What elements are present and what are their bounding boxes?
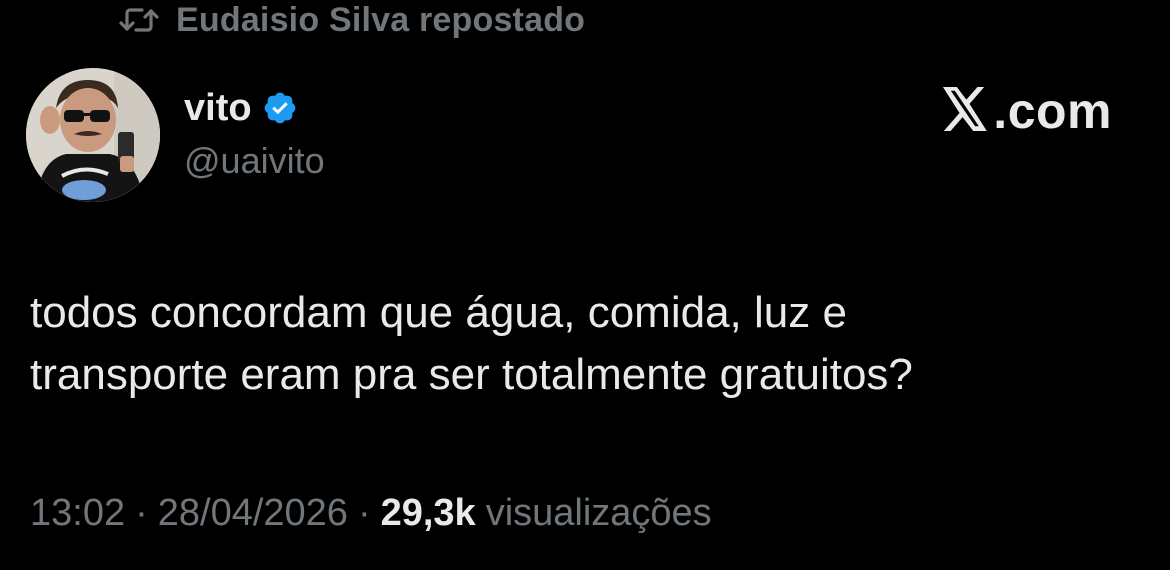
tweet-meta: 13:02 · 28/04/2026 · 29,3k visualizações	[30, 492, 712, 535]
repost-header[interactable]: Eudaisio Silva repostado	[118, 0, 585, 40]
tweet-time[interactable]: 13:02	[30, 492, 125, 535]
tweet-date[interactable]: 28/04/2026	[158, 492, 348, 535]
display-name[interactable]: vito	[184, 87, 252, 130]
views-count[interactable]: 29,3k	[381, 492, 476, 535]
meta-separator: ·	[135, 492, 148, 534]
author-info[interactable]: vito @uaivito	[184, 84, 325, 182]
x-logo-icon	[941, 86, 989, 136]
meta-separator: ·	[357, 492, 371, 534]
avatar[interactable]	[26, 68, 160, 202]
brand-label: .com	[993, 83, 1112, 139]
brand-watermark: .com	[941, 82, 1112, 140]
repost-label: Eudaisio Silva repostado	[176, 0, 586, 39]
views-label: visualizações	[485, 492, 712, 534]
verified-badge-icon	[262, 90, 298, 126]
author-handle[interactable]: @uaivito	[184, 140, 325, 182]
tweet-text-line: transporte eram pra ser totalmente gratu…	[30, 350, 913, 399]
repost-icon	[118, 5, 160, 35]
tweet-text-line: todos concordam que água, comida, luz e	[30, 288, 847, 337]
tweet-text: todos concordam que água, comida, luz e …	[30, 282, 1130, 406]
